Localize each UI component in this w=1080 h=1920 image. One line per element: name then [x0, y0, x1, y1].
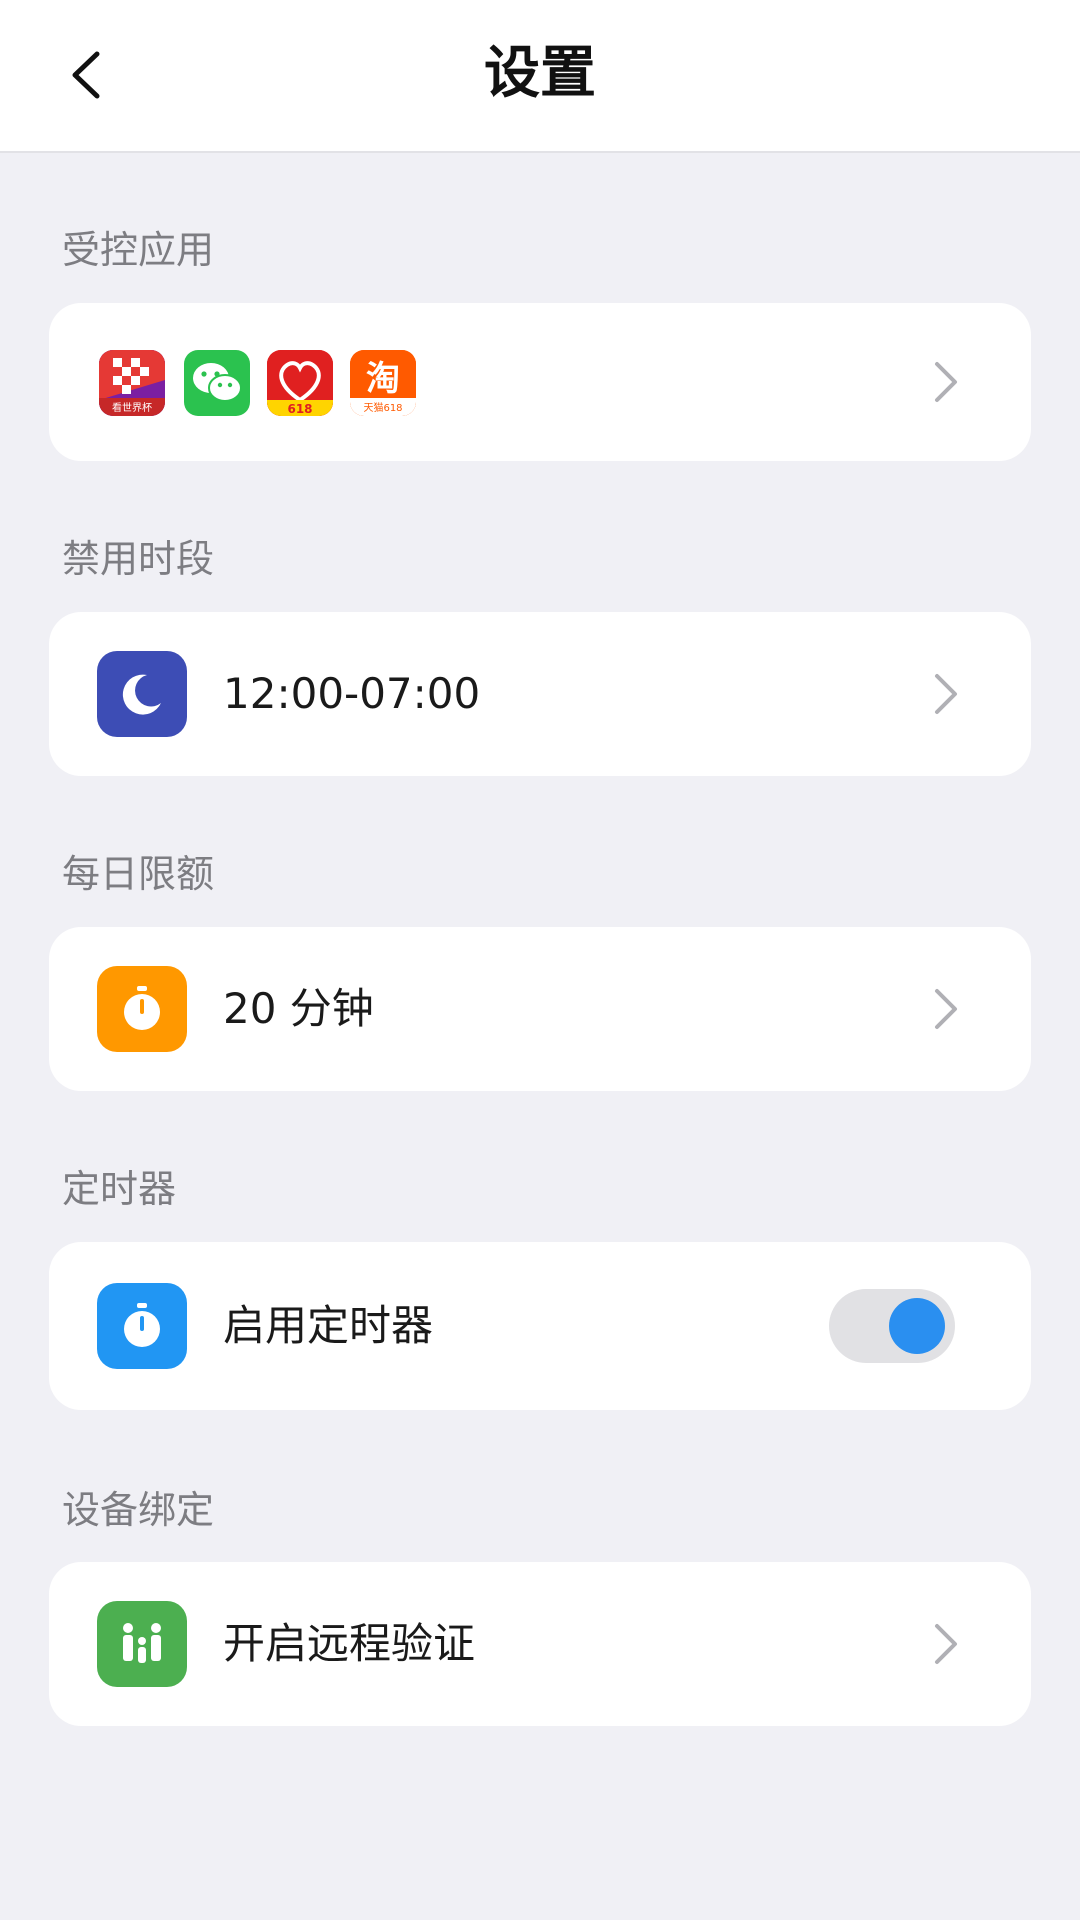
chevron-right-icon [935, 674, 957, 714]
daily-limit-value: 20 分钟 [223, 984, 374, 1033]
taobao-app-label: 淘 [366, 359, 400, 399]
section-label-daily-limit: 每日限额 [62, 852, 215, 896]
section-label-timer: 定时器 [62, 1167, 177, 1211]
pinduoduo-app-label: 618 [287, 402, 312, 416]
section-label-device-binding: 设备绑定 [62, 1488, 215, 1532]
worldcup-app-icon: 看世界杯 [99, 350, 165, 416]
pinduoduo-app-icon: 618 [267, 350, 333, 416]
stopwatch-icon [97, 966, 187, 1052]
disabled-period-card[interactable]: 12:00-07:00 [49, 612, 1031, 776]
timer-card: 启用定时器 [49, 1242, 1031, 1410]
disabled-period-value: 12:00-07:00 [223, 669, 481, 718]
timer-toggle[interactable] [829, 1289, 955, 1363]
taobao-app-sub: 天猫618 [363, 401, 402, 414]
chevron-right-icon [935, 989, 957, 1029]
toggle-knob [889, 1298, 945, 1354]
taobao-app-icon: 淘 天猫618 [350, 350, 416, 416]
page-title: 设置 [484, 41, 596, 106]
chevron-right-icon [935, 1624, 957, 1664]
section-label-controlled-apps: 受控应用 [62, 228, 215, 272]
device-binding-value: 开启远程验证 [223, 1619, 476, 1668]
worldcup-app-label: 看世界杯 [112, 401, 152, 414]
chevron-right-icon [935, 362, 957, 402]
daily-limit-card[interactable]: 20 分钟 [49, 927, 1031, 1091]
moon-icon [97, 651, 187, 737]
section-label-disabled-period: 禁用时段 [62, 537, 215, 581]
wechat-app-icon [184, 350, 250, 416]
top-bar: 设置 [0, 0, 1080, 153]
device-binding-card[interactable]: 开启远程验证 [49, 1562, 1031, 1726]
family-icon [97, 1601, 187, 1687]
timer-label: 启用定时器 [223, 1301, 434, 1350]
stopwatch-icon [97, 1283, 187, 1369]
